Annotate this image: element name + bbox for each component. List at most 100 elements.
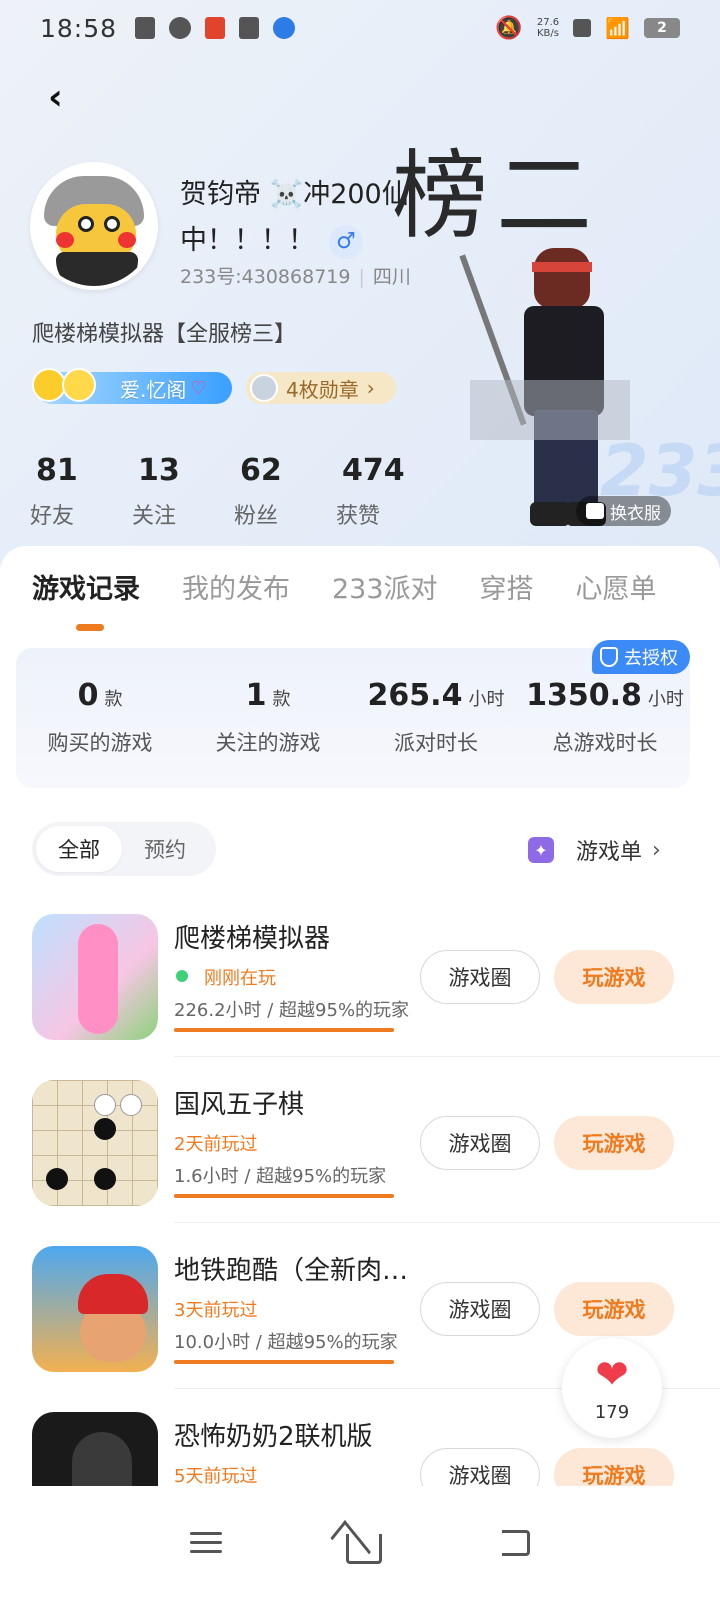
status-bar: 18:58 🔕 27.6 KB/s 📶 2: [0, 0, 720, 56]
game-thumbnail: [32, 1080, 158, 1206]
summary-label: 关注的游戏: [215, 731, 321, 755]
filter-toggle: 全部 预约: [32, 822, 216, 876]
telecom-icon: [273, 17, 296, 39]
stat-label: 好友: [30, 504, 75, 529]
summary-unit: 款: [272, 689, 291, 710]
stat-value: 13: [138, 453, 180, 488]
sparkle-icon: ✦: [528, 837, 554, 863]
chevron-right-icon: ›: [652, 837, 661, 863]
close-box-icon: [573, 19, 592, 37]
group-tag[interactable]: 爱.忆阁 ♡: [32, 368, 232, 404]
back-icon[interactable]: [502, 1530, 530, 1556]
stat-value: 81: [36, 453, 78, 488]
chevron-right-icon: ›: [366, 376, 375, 400]
summary-unit: 小时: [647, 689, 684, 710]
shield-check-icon: [600, 647, 618, 667]
summary-value: 1350.8: [526, 678, 642, 713]
tab-233-party[interactable]: 233派对: [332, 572, 438, 608]
status-left-icons: [135, 17, 296, 39]
play-summary-card: 0款 购买的游戏 1款 关注的游戏 265.4 小时 派对时长 1350.8 小时 …: [16, 648, 690, 788]
menu-icon[interactable]: [190, 1528, 226, 1558]
game-name: 爬楼梯模拟器: [174, 924, 331, 954]
authorize-button[interactable]: 去授权: [592, 640, 690, 674]
profile-stats: 81 好友 13 关注 62 粉丝 474 获赞: [30, 452, 438, 530]
outfit-icon: [586, 503, 604, 519]
summary-label: 派对时长: [394, 731, 478, 755]
stat-value: 474: [342, 453, 405, 488]
game-playtime: 10.0小时 / 超越95%的玩家: [174, 1332, 398, 1353]
game-circle-button[interactable]: 游戏圈: [420, 1282, 540, 1336]
avatar-character-figure[interactable]: [459, 240, 710, 540]
stat-fans[interactable]: 62 粉丝: [234, 452, 336, 530]
game-name: 恐怖奶奶2联机版: [174, 1422, 373, 1452]
emoji-icon: [32, 368, 96, 408]
game-thumbnail: [32, 1246, 158, 1372]
play-game-button[interactable]: 玩游戏: [554, 950, 674, 1004]
medal-icon: [250, 374, 278, 402]
divider: [174, 1222, 720, 1223]
game-row[interactable]: 国风五子棋 2天前玩过 1.6小时 / 超越95%的玩家 游戏圈 玩游戏: [0, 1080, 720, 1246]
game-circle-button[interactable]: 游戏圈: [420, 1116, 540, 1170]
summary-purchased: 0款 购买的游戏: [16, 678, 184, 757]
net-speed-unit: KB/s: [536, 28, 559, 39]
group-tag-label: 爱.忆阁: [120, 377, 187, 402]
mute-icon: 🔕: [495, 15, 523, 41]
summary-party-time: 265.4 小时 派对时长: [352, 678, 520, 757]
stat-following[interactable]: 13 关注: [132, 452, 234, 530]
user-id-row: 233号:430868719 | 四川: [180, 266, 411, 288]
playtime-bar: [174, 1028, 394, 1032]
change-outfit-label: 换衣服: [610, 503, 661, 524]
battery-indicator: 2: [644, 18, 680, 38]
authorize-label: 去授权: [624, 648, 678, 669]
game-last-played: 5天前玩过: [174, 1466, 258, 1487]
tab-wishlist[interactable]: 心愿单: [576, 572, 657, 608]
app-icon: [205, 17, 226, 39]
tab-outfits[interactable]: 穿搭: [480, 572, 534, 608]
game-last-played: 3天前玩过: [174, 1300, 258, 1321]
stat-friends[interactable]: 81 好友: [30, 452, 132, 530]
change-outfit-button[interactable]: 换衣服: [576, 496, 671, 526]
playtime-bar: [174, 1360, 394, 1364]
tab-game-records[interactable]: 游戏记录: [32, 572, 140, 608]
game-list-button[interactable]: ✦ 游戏单 ›: [528, 834, 661, 866]
male-icon: ♂: [329, 224, 363, 259]
playtime-bar: [174, 1194, 394, 1198]
summary-value: 0: [77, 678, 99, 713]
game-row[interactable]: 爬楼梯模拟器 刚刚在玩 226.2小时 / 超越95%的玩家 游戏圈 玩游戏: [0, 914, 720, 1080]
medals-button[interactable]: 4枚勋章 ›: [246, 372, 396, 404]
divider: [174, 1056, 720, 1057]
stat-label: 获赞: [336, 504, 381, 529]
wifi-icon: 📶: [605, 16, 630, 40]
username: 贺钧帝 ☠️冲200仙中！！！！ ♂: [180, 172, 410, 264]
stat-likes: 474 获赞: [336, 452, 438, 530]
back-button[interactable]: ‹: [48, 80, 78, 116]
summary-unit: 款: [104, 689, 123, 710]
home-icon[interactable]: [346, 1534, 382, 1564]
game-circle-button[interactable]: 游戏圈: [420, 950, 540, 1004]
heart-tag-icon: ♡: [190, 377, 207, 399]
tab-my-posts[interactable]: 我的发布: [182, 572, 290, 608]
system-navigation-bar: [0, 1486, 720, 1600]
filter-reserved[interactable]: 预约: [122, 826, 208, 872]
game-last-played: 2天前玩过: [174, 1134, 258, 1155]
like-button[interactable]: ❤ 179: [562, 1338, 662, 1438]
like-count: 179: [594, 1401, 630, 1423]
online-dot-icon: [176, 970, 188, 982]
summary-value: 1: [245, 678, 267, 713]
stat-value: 62: [240, 453, 282, 488]
filter-all[interactable]: 全部: [36, 826, 122, 872]
game-playtime: 1.6小时 / 超越95%的玩家: [174, 1166, 387, 1187]
stat-label: 粉丝: [234, 504, 279, 529]
sim-icon: [135, 17, 156, 39]
username-text: 贺钧帝 ☠️冲200仙中！！！！: [180, 179, 409, 256]
summary-label: 总游戏时长: [552, 731, 658, 755]
game-name: 地铁跑酷（全新肉…: [174, 1256, 409, 1286]
game-list-label: 游戏单: [576, 840, 643, 865]
medals-label: 4枚勋章: [286, 377, 359, 402]
play-game-button[interactable]: 玩游戏: [554, 1282, 674, 1336]
game-name: 国风五子棋: [174, 1090, 305, 1120]
heart-icon: ❤: [595, 1351, 629, 1398]
avatar[interactable]: [30, 162, 158, 290]
play-game-button[interactable]: 玩游戏: [554, 1116, 674, 1170]
game-last-played: 刚刚在玩: [204, 968, 276, 989]
